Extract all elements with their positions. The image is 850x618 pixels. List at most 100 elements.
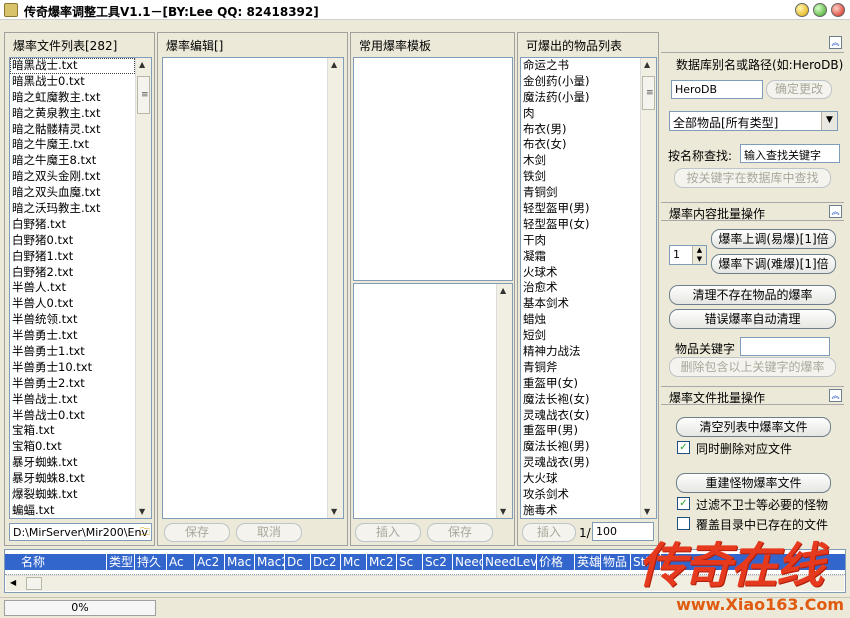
list-item[interactable]: 暗之双头血魔.txt [10,185,135,201]
list-item[interactable]: 爆裂蜘蛛.txt [10,487,135,503]
chevron-down-icon[interactable]: ▼ [821,112,837,130]
list-item[interactable]: 治愈术 [521,280,640,296]
clean-missing-button[interactable]: 清理不存在物品的爆率 [669,285,836,305]
keyword-input[interactable] [740,337,830,356]
hscroll-thumb[interactable] [26,577,42,590]
grid-column-header[interactable]: NeedLevel [483,554,537,570]
list-item[interactable]: 蜡烛 [521,312,640,328]
list-item[interactable]: 铁剑 [521,169,640,185]
list-item[interactable]: 攻杀剑术 [521,487,640,503]
list-item[interactable]: 半兽勇士2.txt [10,376,135,392]
fix-errors-button[interactable]: 错误爆率自动清理 [669,309,836,329]
list-item[interactable]: 肉 [521,106,640,122]
overwrite-checkbox[interactable] [677,517,690,530]
scroll-thumb[interactable] [642,76,655,110]
list-item[interactable]: 暴牙蜘蛛8.txt [10,471,135,487]
list-item[interactable]: 暗之虹魔教主.txt [10,90,135,106]
scroll-up-icon[interactable]: ▲ [644,60,650,69]
template-insert-button[interactable]: 插入 [355,523,421,542]
list-item[interactable]: 凝霜 [521,249,640,265]
grid-column-header[interactable]: Mac [225,554,255,570]
list-item[interactable]: 轻型盔甲(男) [521,201,640,217]
grid-column-header[interactable]: Mac2 [255,554,285,570]
template-preview-scrollbar[interactable]: ▲ ▼ [496,284,512,518]
file-list-scrollbar[interactable]: ▲ ▼ [135,58,151,518]
list-item[interactable]: 半兽勇士.txt [10,328,135,344]
list-item[interactable]: 半兽人.txt [10,280,135,296]
items-listbox[interactable]: 命运之书 金创药(小量) 魔法药(小量) 肉布衣(男) 布衣(女) 木剑 铁剑 青铜剑 轻型盔甲… [520,57,657,519]
grid-column-header[interactable]: Ac [167,554,195,570]
list-item[interactable]: 施毒术 [521,503,640,518]
scroll-up-icon[interactable]: ▲ [500,286,506,295]
close-button[interactable] [831,3,845,17]
grid-column-header[interactable]: 持久 [135,554,167,570]
save-button[interactable]: 保存 [164,523,230,542]
scroll-left-icon[interactable]: ◀ [10,578,16,587]
items-scrollbar[interactable]: ▲ ▼ [640,58,656,518]
confirm-change-button[interactable]: 确定更改 [766,80,832,99]
template-list[interactable] [353,57,513,281]
multiplier-spinner[interactable]: 1 ▲ ▼ [669,245,707,265]
list-item[interactable]: 干肉 [521,233,640,249]
grid-column-header[interactable]: Dc [285,554,311,570]
template-preview[interactable]: ▲ ▼ [353,283,513,519]
list-item[interactable]: 暗之骷髅精灵.txt [10,122,135,138]
list-item[interactable]: 暗之双头金刚.txt [10,169,135,185]
list-item[interactable]: 魔法长袍(男) [521,439,640,455]
path-input[interactable]: D:\MirServer\Mir200\Env 🗀 [9,523,152,541]
grid-column-header[interactable]: 物品 [601,554,631,570]
collapse-icon[interactable]: ︽ [829,205,842,218]
rebuild-files-button[interactable]: 重建怪物爆率文件 [676,473,831,493]
item-insert-button[interactable]: 插入 [522,523,576,542]
minimize-button[interactable] [795,3,809,17]
lower-rate-button[interactable]: 爆率下调(难爆)[1]倍 [711,254,836,274]
list-item[interactable]: 半兽战士.txt [10,392,135,408]
spinner-arrows-icon[interactable]: ▲ ▼ [692,246,706,264]
file-listbox[interactable]: 暗黑战士.txt 暗黑战士0.txt 暗之虹魔教主.txt 暗之黄泉教主.txt 暗之骷… [9,57,152,519]
list-item[interactable]: 宝箱0.txt [10,439,135,455]
collapse-icon[interactable]: ︽ [829,389,842,402]
maximize-button[interactable] [813,3,827,17]
list-item[interactable]: 火球术 [521,265,640,281]
scroll-up-icon[interactable]: ▲ [331,60,337,69]
clear-files-button[interactable]: 清空列表中爆率文件 [676,417,831,437]
list-item[interactable]: 重盔甲(女) [521,376,640,392]
list-item[interactable]: 灵魂战衣(男) [521,455,640,471]
scroll-thumb[interactable] [137,76,150,114]
scroll-down-icon[interactable]: ▼ [644,507,650,516]
list-item[interactable]: 蝙蝠.txt [10,503,135,518]
ratio-input[interactable]: 100 [592,522,654,541]
grid-column-header[interactable]: Stk [631,554,661,570]
template-save-button[interactable]: 保存 [427,523,493,542]
list-item[interactable]: 布衣(女) [521,137,640,153]
search-input[interactable]: 输入查找关键字 [740,144,840,163]
sync-delete-checkbox[interactable]: ✓ [677,441,690,454]
grid-column-header[interactable]: Mc2 [367,554,397,570]
list-item[interactable]: 青铜斧 [521,360,640,376]
grid-column-header[interactable]: 名称 [19,554,107,570]
list-item[interactable]: 白野猪1.txt [10,249,135,265]
list-item[interactable]: 金创药(小量) [521,74,640,90]
grid-column-header[interactable]: 类型 [107,554,135,570]
list-item[interactable]: 重盔甲(男) [521,423,640,439]
scroll-down-icon[interactable]: ▼ [500,507,506,516]
grid-column-header[interactable]: 英雄 [575,554,601,570]
delete-keyword-button[interactable]: 删除包含以上关键字的爆率 [669,357,836,377]
list-item[interactable]: 灵魂战衣(女) [521,408,640,424]
list-item[interactable]: 暗黑战士0.txt [10,74,135,90]
list-item[interactable]: 暗之牛魔王8.txt [10,153,135,169]
grid-column-header[interactable]: Sc [397,554,423,570]
list-item[interactable]: 青铜剑 [521,185,640,201]
list-item[interactable]: 大火球 [521,471,640,487]
list-item[interactable]: 短剑 [521,328,640,344]
list-item[interactable]: 半兽勇士10.txt [10,360,135,376]
list-item[interactable]: 轻型盔甲(女) [521,217,640,233]
list-item[interactable]: 白野猪0.txt [10,233,135,249]
list-item[interactable]: 魔法药(小量) [521,90,640,106]
category-select[interactable]: 全部物品[所有类型] ▼ [669,111,838,131]
list-item[interactable]: 半兽战士0.txt [10,408,135,424]
rate-editor-textarea[interactable]: ▲ ▼ [162,57,344,519]
rate-editor-scrollbar[interactable]: ▲ ▼ [327,58,343,518]
grid-column-header[interactable]: Sc2 [423,554,453,570]
list-item[interactable]: 基本剑术 [521,296,640,312]
